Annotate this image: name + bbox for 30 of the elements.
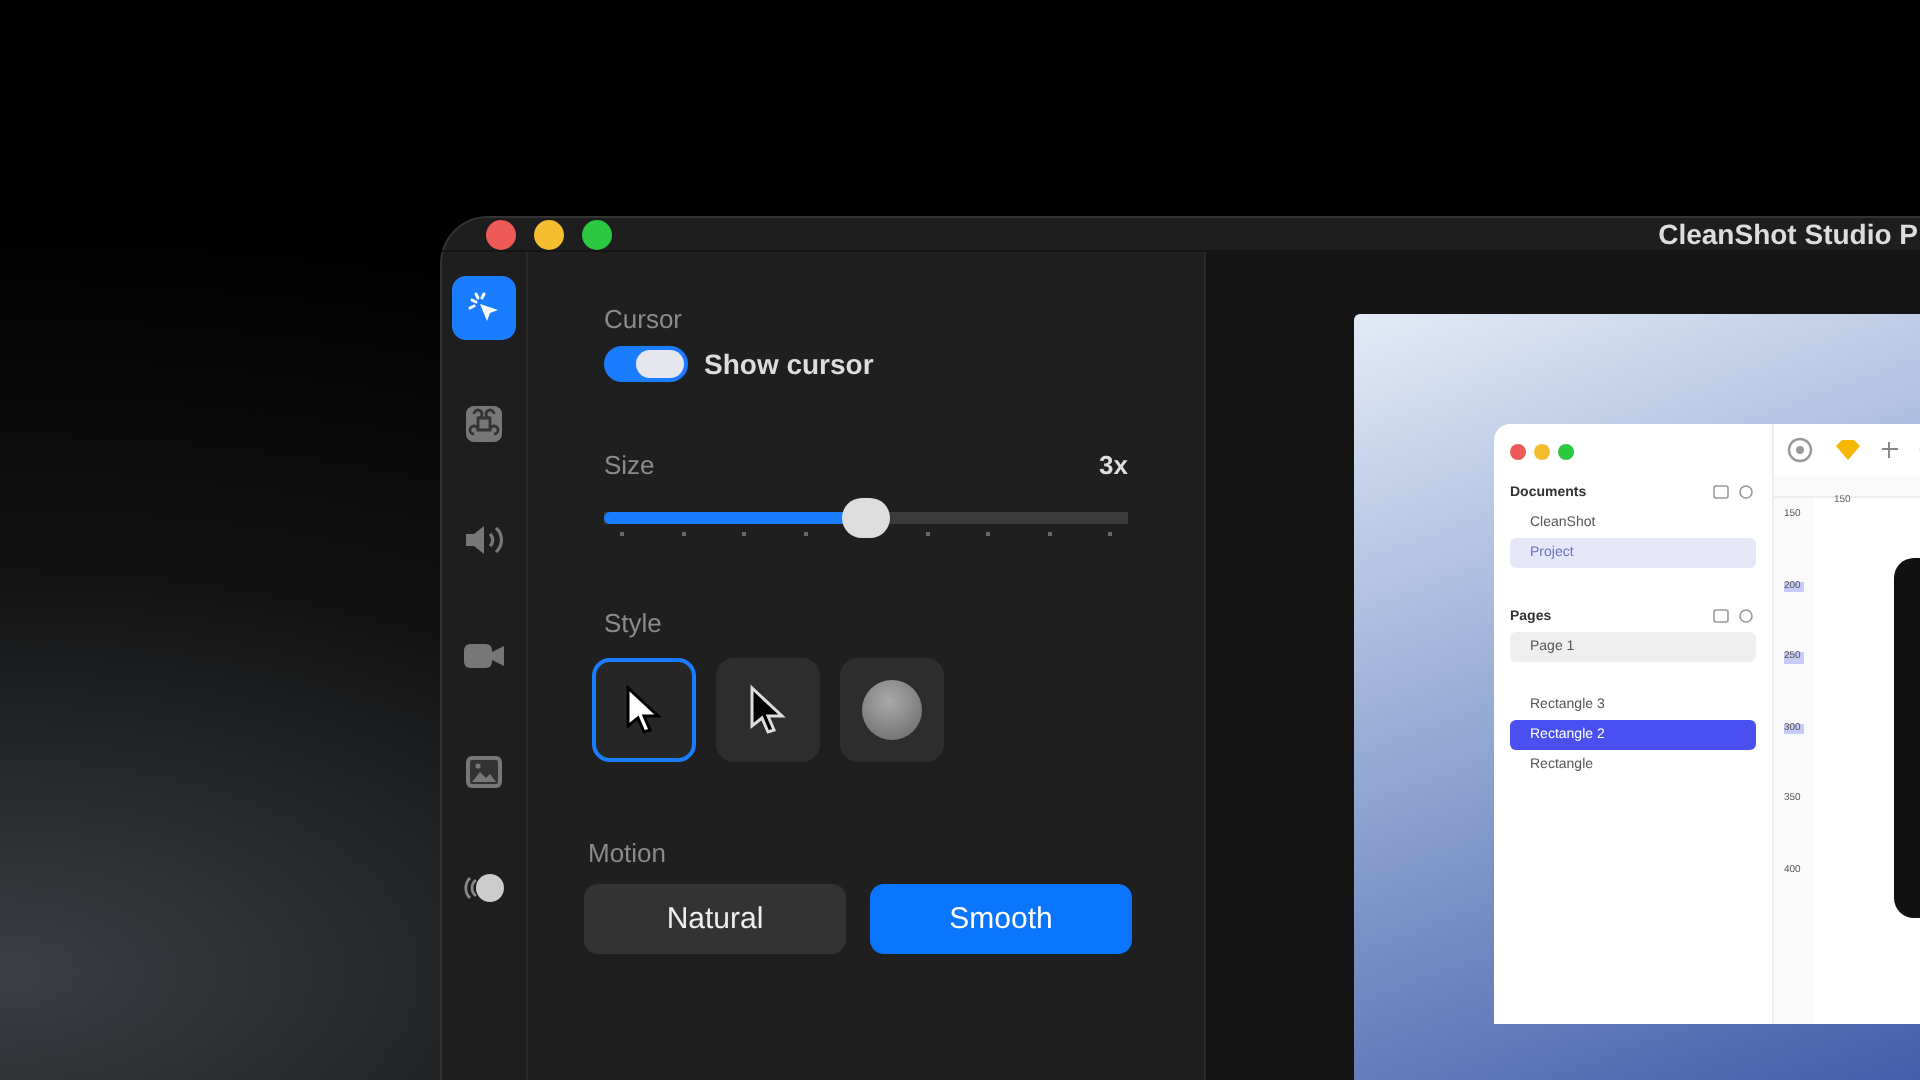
style-option[interactable]	[716, 658, 820, 762]
close-button[interactable]	[1510, 444, 1526, 460]
slider-thumb[interactable]	[842, 498, 890, 538]
motion-button[interactable]: Natural	[584, 884, 846, 954]
close-button[interactable]	[486, 219, 516, 249]
sidebar-tab[interactable]	[452, 276, 516, 340]
circle-icon	[862, 680, 922, 740]
motion-button[interactable]: Smooth	[870, 884, 1132, 954]
zoom-button[interactable]	[582, 219, 612, 249]
wave-circle-icon	[460, 870, 508, 906]
section-label: Size	[604, 450, 655, 480]
section-label: Style	[604, 608, 662, 638]
video-camera-icon	[462, 640, 506, 672]
outlined-arrow-cursor-icon	[624, 684, 664, 736]
size-value: 3x	[1099, 450, 1128, 480]
cursor-click-icon	[466, 290, 502, 326]
image-icon	[464, 754, 504, 790]
style-option[interactable]	[840, 658, 944, 762]
minimize-button[interactable]	[534, 219, 564, 249]
style-option[interactable]	[592, 658, 696, 762]
speaker-icon	[462, 522, 506, 558]
section-actions-icon	[1712, 484, 1756, 500]
section-actions-icon	[1712, 608, 1756, 624]
section-label: Cursor	[604, 304, 683, 334]
section-label: Motion	[588, 838, 667, 868]
command-key-icon	[464, 404, 504, 444]
toggle-switch[interactable]	[604, 346, 688, 382]
filled-arrow-cursor-icon	[748, 684, 788, 736]
window-title: CleanShot Studio P	[1658, 218, 1918, 250]
toggle-label: Show cursor	[704, 348, 874, 380]
